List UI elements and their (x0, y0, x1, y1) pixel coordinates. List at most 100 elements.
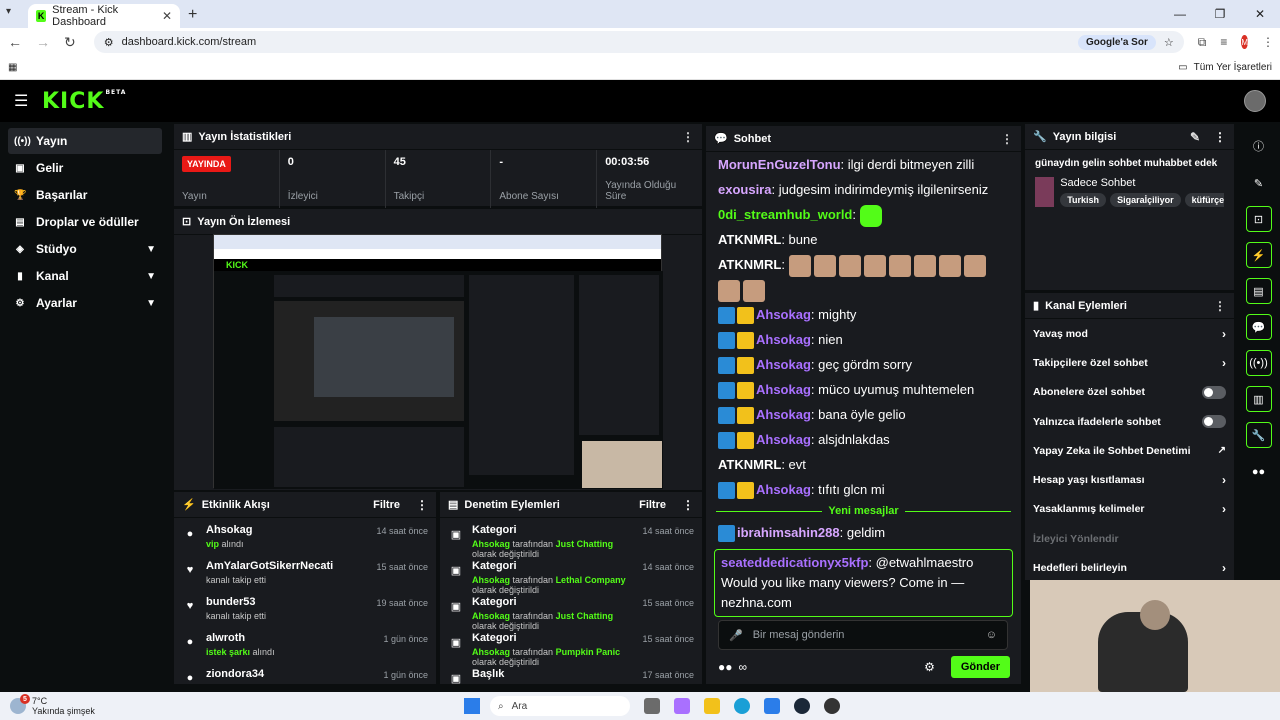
sidebar-item-label: Ayarlar (36, 296, 77, 310)
chat-icon[interactable]: 💬 (1245, 314, 1272, 340)
browser-menu-icon[interactable]: ⋮ (1262, 35, 1274, 49)
sidebar-item-droplar[interactable]: ▤ Droplar ve ödüller (8, 209, 162, 235)
list-item: ● alwroth istek şarkı alındı 1 gün önce (174, 626, 436, 662)
restore-icon[interactable]: ❐ (1200, 0, 1240, 28)
sidebar-item-ayarlar[interactable]: ⚙ Ayarlar ▼ (8, 290, 162, 316)
close-tab-icon[interactable]: ✕ (162, 9, 172, 23)
trophy-icon: 🏆 (14, 189, 27, 201)
gear-icon: ⚙ (15, 297, 25, 309)
browser-tab[interactable]: K Stream - Kick Dashboard ✕ (28, 4, 180, 28)
more-icon[interactable]: ⋮ (1001, 132, 1013, 146)
file-explorer-icon[interactable] (704, 698, 720, 714)
windows-start-icon[interactable] (464, 698, 480, 714)
forward-icon[interactable]: → (36, 34, 50, 50)
action-followers-only[interactable]: Takipçilere özel sohbet › (1025, 348, 1234, 377)
sidebar-item-basarilar[interactable]: 🏆 Başarılar (8, 182, 162, 208)
url-field[interactable]: ⚙ dashboard.kick.com/stream Google'a Sor… (93, 31, 1184, 53)
action-slow-mode[interactable]: Yavaş mod › (1025, 319, 1234, 348)
more-icon[interactable]: ⋮ (682, 498, 694, 512)
bookmark-star-icon[interactable]: ☆ (1164, 36, 1174, 49)
stats-icon[interactable]: ▥ (1245, 386, 1272, 412)
more-icon[interactable]: ⋮ (1214, 130, 1226, 144)
send-button[interactable]: Gönder (950, 656, 1010, 678)
emote-icon (788, 254, 811, 277)
chat-message: exousira: judgesim indirimdeymiş ilgilen… (718, 182, 989, 197)
category-icon: ▣ (450, 565, 462, 577)
store-icon[interactable] (764, 698, 780, 714)
stat-value: 45 (393, 156, 406, 168)
action-goals[interactable]: Hedefleri belirleyin › (1025, 553, 1234, 582)
taskbar-search[interactable]: ⌕ Ara (490, 696, 630, 716)
action-account-age[interactable]: Hesap yaşı kısıtlaması › (1025, 465, 1234, 494)
edit-icon[interactable]: ✎ (1190, 130, 1200, 144)
stat-label: Yayında Olduğu Süre (605, 180, 677, 202)
sidebar-item-kanal[interactable]: ▮ Kanal ▼ (8, 263, 162, 289)
user-avatar[interactable] (1244, 90, 1266, 112)
edit-icon[interactable]: ✎ (1246, 170, 1272, 196)
sidebar-item-studyo[interactable]: ◈ Stüdyo ▼ (8, 236, 162, 262)
kick-points-icon[interactable]: ●● (718, 660, 733, 674)
task-view-icon[interactable] (644, 698, 660, 714)
channel-icon: ▮ (17, 270, 23, 282)
obs-icon[interactable] (824, 698, 840, 714)
weather-widget[interactable]: 5 7°C Yakında şimşek (10, 694, 450, 716)
filter-button[interactable]: Filtre (639, 499, 666, 511)
close-window-icon[interactable]: ✕ (1240, 0, 1280, 28)
moderation-icon[interactable]: ▤ (1245, 278, 1272, 304)
all-bookmarks-link[interactable]: Tüm Yer İşaretleri (1194, 62, 1272, 73)
sidebar-item-gelir[interactable]: ▣ Gelir (8, 155, 162, 181)
new-tab-icon[interactable]: + (188, 6, 197, 24)
preview-toggle-icon[interactable]: ⊡ (1245, 206, 1272, 232)
chevron-down-icon: ▼ (146, 243, 156, 255)
more-icon[interactable]: ⋮ (682, 130, 694, 144)
chat-message: Ahsokag: mighty (706, 302, 1021, 327)
broadcast-icon[interactable]: ((•)) (1245, 350, 1272, 376)
tab-search-icon[interactable]: ▾ (6, 6, 22, 22)
minimize-icon[interactable]: — (1160, 0, 1200, 28)
moderator-badge-icon (718, 357, 735, 375)
channel-actions-panel: ▮ Kanal Eylemleri ⋮ Yavaş mod › Takipçilere… (1025, 293, 1234, 580)
wrench-icon[interactable]: 🔧 (1245, 422, 1272, 448)
chevron-down-icon: ▼ (146, 297, 156, 309)
google-ask-button[interactable]: Google'a Sor (1078, 34, 1156, 50)
extensions-icon[interactable]: ⧉ (1198, 35, 1207, 50)
more-icon[interactable]: ⋮ (416, 498, 428, 512)
pinned-message[interactable]: seateddedicationyx5kfp: @etwahlmaestro W… (714, 549, 1013, 617)
kick-logo[interactable]: KICKBETA (42, 89, 126, 114)
tag[interactable]: Sigaraİçiliyor (1110, 193, 1181, 207)
chat-settings-icon[interactable]: ⚙ (924, 660, 935, 674)
stat-viewers: 0 İzleyici (280, 150, 386, 208)
edge-icon[interactable] (734, 698, 750, 714)
menu-icon[interactable]: ☰ (14, 91, 34, 111)
steam-icon[interactable] (794, 698, 810, 714)
app-icon[interactable] (674, 698, 690, 714)
emoji-icon[interactable]: ☺ (986, 629, 997, 641)
new-messages-divider[interactable]: Yeni mesajlar (706, 502, 1021, 520)
apps-grid-icon[interactable]: ▦ (8, 62, 17, 73)
category-block: Sadece Sohbet Turkish Sigaraİçiliyor küf… (1025, 177, 1234, 207)
reading-list-icon[interactable]: ≡ (1220, 35, 1227, 49)
emotes-only-toggle[interactable] (1202, 415, 1226, 429)
filter-button[interactable]: Filtre (373, 499, 400, 511)
lightning-icon[interactable]: ⚡ (1245, 242, 1272, 268)
kick-favicon-icon: K (36, 10, 47, 22)
profile-avatar[interactable]: M (1241, 35, 1248, 49)
microphone-icon[interactable]: 🎤 (729, 629, 743, 642)
chat-message: ATKNMRL: (706, 252, 1021, 277)
action-ai-moderation[interactable]: Yapay Zeka ile Sohbet Denetimi ↗ (1025, 436, 1234, 465)
back-icon[interactable]: ← (8, 34, 22, 50)
info-icon[interactable]: ⓘ (1246, 133, 1272, 159)
tag[interactable]: küfürçerebi (1184, 193, 1224, 207)
reload-icon[interactable]: ↻ (64, 34, 76, 51)
stats-panel: ▥ Yayın İstatistikleri ⋮ YAYINDA Yayın 0 İzl… (174, 124, 702, 208)
lightning-icon: ⚡ (182, 499, 196, 511)
action-banned-words[interactable]: Yasaklanmış kelimeler › (1025, 495, 1234, 524)
sidebar-item-yayin[interactable]: ((•)) Yayın (8, 128, 162, 154)
more-icon[interactable]: ⋮ (1214, 299, 1226, 313)
chat-input[interactable]: 🎤 Bir mesaj gönderin ☺ (718, 620, 1008, 650)
subscribers-only-toggle[interactable] (1202, 385, 1226, 399)
kick-points-icon[interactable]: ●● (1246, 459, 1272, 485)
tag[interactable]: Turkish (1060, 193, 1107, 207)
stream-preview[interactable]: KICK (213, 234, 663, 489)
site-info-icon[interactable]: ⚙ (104, 36, 114, 49)
